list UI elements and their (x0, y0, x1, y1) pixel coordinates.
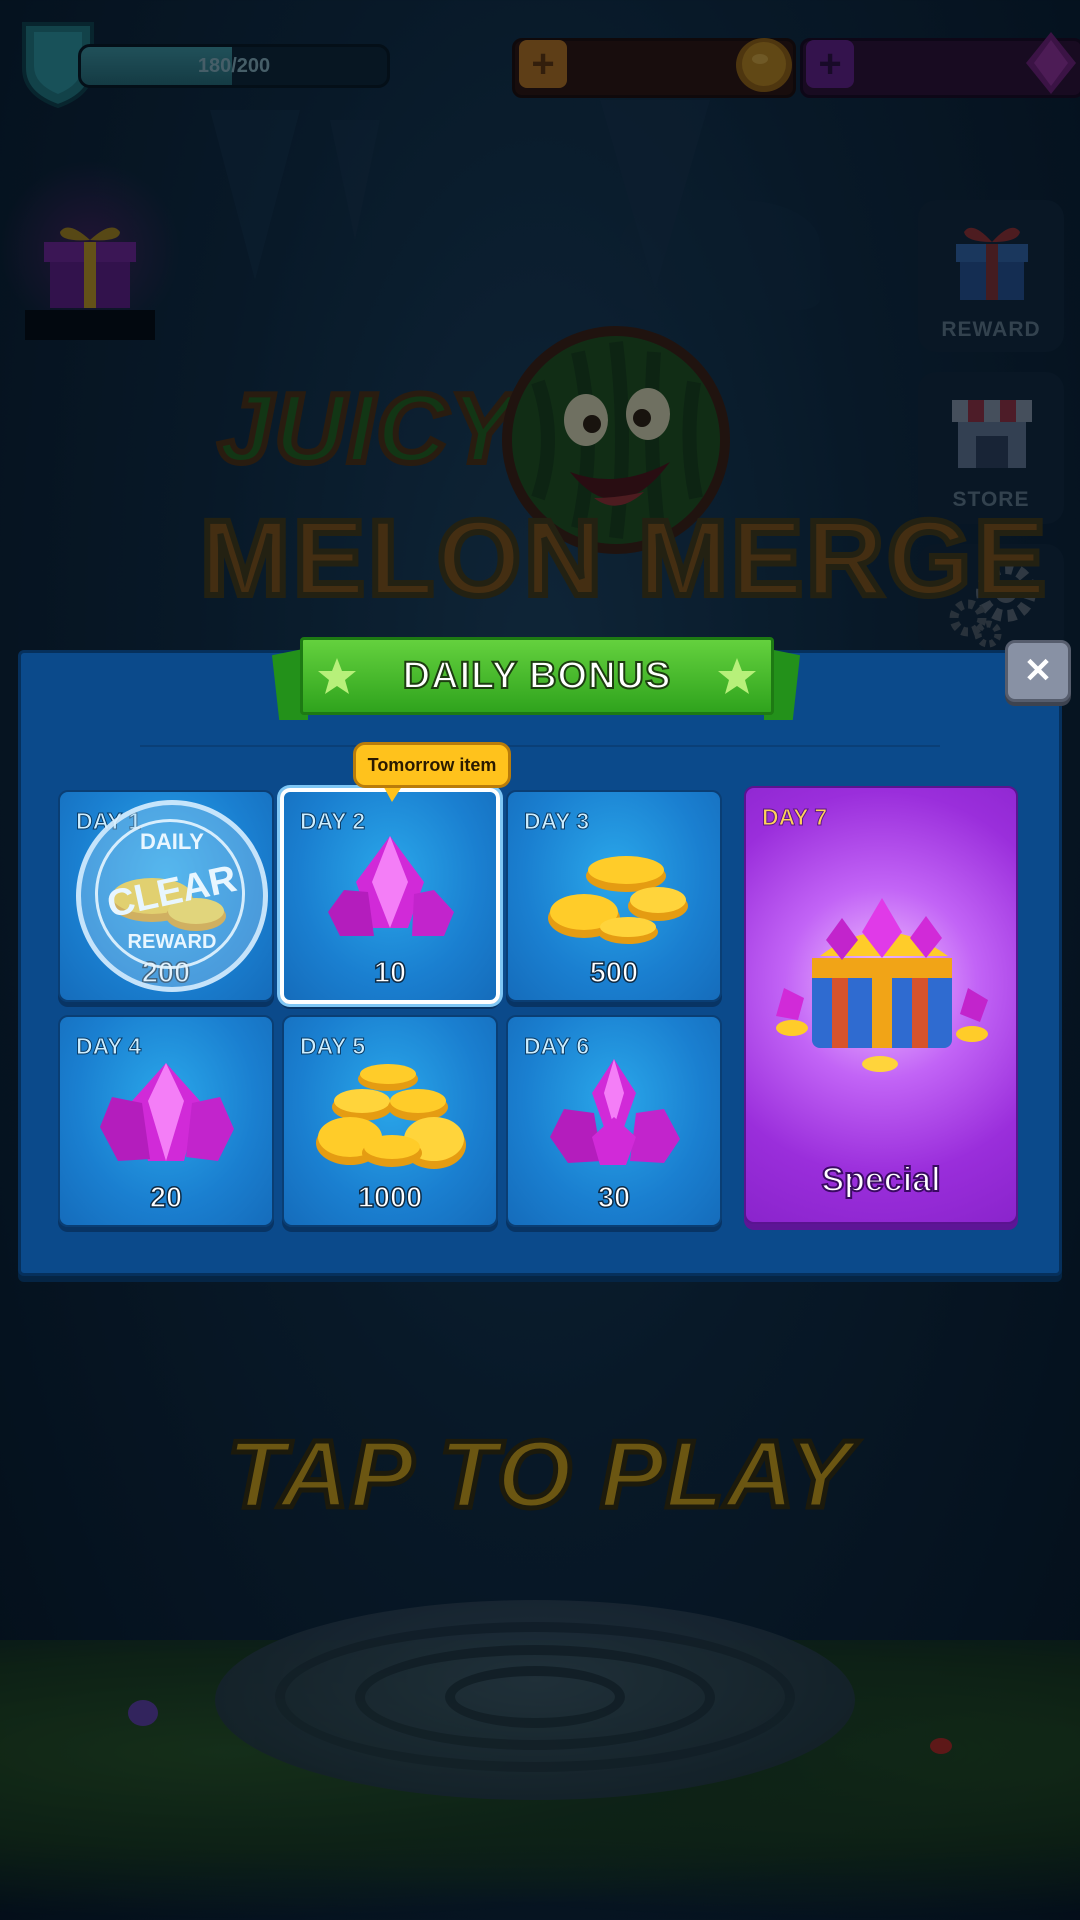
star-icon (718, 658, 756, 694)
special-label: Special (820, 1160, 941, 1200)
coins-icon (548, 856, 688, 944)
dialog-title: DAILY BONUS (402, 654, 672, 698)
tap-to-play-text[interactable]: TAP TO PLAY (0, 1419, 1080, 1531)
day-3-tile[interactable]: DAY 3 500 (506, 790, 722, 1002)
day-2-tile[interactable]: DAY 2 10 (280, 788, 500, 1004)
close-button[interactable]: ✕ (1005, 640, 1071, 702)
day-label: DAY 3 (523, 808, 590, 835)
stamp-bottom-text: REWARD (127, 931, 217, 953)
reward-amount: 10 (373, 956, 407, 990)
reward-amount: 1000 (357, 1181, 423, 1215)
day-label: DAY 4 (75, 1033, 142, 1060)
divider (140, 745, 940, 747)
day-label: DAY 6 (523, 1033, 590, 1060)
reward-amount: 20 (149, 1181, 183, 1215)
stamp-top-text: DAILY (140, 829, 204, 854)
reward-amount: 500 (589, 956, 639, 990)
daily-bonus-ribbon: DAILY BONUS (300, 637, 774, 715)
gems-icon (100, 1063, 234, 1161)
reward-amount: 30 (597, 1181, 631, 1215)
day-7-tile[interactable]: DAY 7 Special (744, 786, 1018, 1224)
day-5-tile[interactable]: DAY 5 1000 (282, 1015, 498, 1227)
gems-icon (550, 1059, 680, 1165)
coins-icon (316, 1064, 466, 1169)
day-label: DAY 7 (761, 804, 828, 831)
claimed-stamp: DAILY CLEAR REWARD (76, 800, 268, 992)
treasure-chest-icon (776, 898, 988, 1072)
day-4-tile[interactable]: DAY 4 20 (58, 1015, 274, 1227)
day-label: DAY 5 (299, 1033, 366, 1060)
day-label: DAY 2 (299, 808, 366, 835)
day-6-tile[interactable]: DAY 6 30 (506, 1015, 722, 1227)
tomorrow-tooltip: Tomorrow item (353, 742, 511, 788)
gems-icon (328, 836, 454, 936)
close-icon: ✕ (1023, 652, 1053, 690)
star-icon (318, 658, 356, 694)
